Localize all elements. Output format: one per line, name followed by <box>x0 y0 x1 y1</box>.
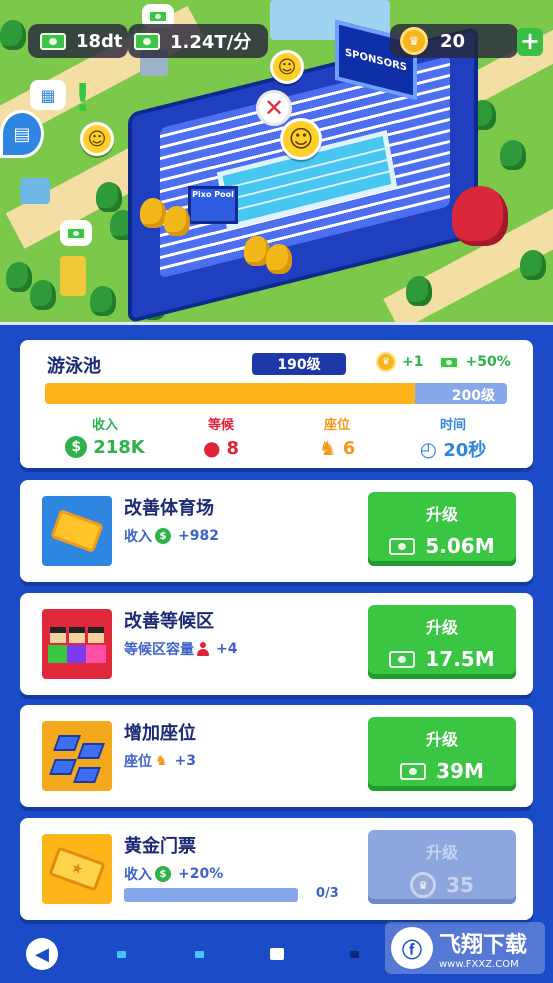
tree <box>96 182 122 212</box>
trophy-icon: ♛ <box>410 872 437 898</box>
upgrade-title: 增加座位 <box>124 723 196 744</box>
stat-queue-label: 等候 <box>207 418 234 433</box>
exclamation-icon[interactable]: ! <box>74 78 91 118</box>
income-rate-counter: 1.24T/分 <box>128 24 268 58</box>
trophy-value: 20 <box>440 30 466 52</box>
upgrade-stadium-button[interactable]: 升级 5.06M <box>368 492 516 566</box>
dollar-icon: $ <box>65 436 88 458</box>
stat-queue-value: 8 <box>226 437 239 459</box>
stat-income-value: 218K <box>93 436 145 458</box>
reward-trophy: +1 <box>402 354 424 370</box>
cash-counter: 18dt <box>28 24 128 58</box>
upgrade-queue-button[interactable]: 升级 17.5M <box>368 605 516 679</box>
page-indicator-dot[interactable] <box>195 951 204 958</box>
seat-icon: ♞ <box>155 753 168 769</box>
upgrade-card-gold-ticket: ★ 黄金门票 收入 $ +20% 0/3 升级 ♛ 35 <box>20 818 533 920</box>
upgrade-seats-button[interactable]: 升级 39M <box>368 717 516 791</box>
trophy-icon: ♛ <box>376 352 396 372</box>
stat-seats-label: 座位 <box>323 418 350 433</box>
cash-bubble-icon[interactable] <box>60 220 92 246</box>
ticket-icon <box>42 496 112 566</box>
tree <box>6 262 32 292</box>
seats-icon <box>42 721 112 791</box>
dollar-icon: $ <box>155 528 171 544</box>
clock-icon: ◴ <box>419 437 438 461</box>
add-trophies-button[interactable]: + <box>517 28 543 56</box>
stat-time-value: 20秒 <box>443 440 487 461</box>
upgrade-gold-ticket-button[interactable]: 升级 ♛ 35 <box>368 830 516 904</box>
cash-icon <box>389 537 416 555</box>
gold-ticket-icon: ★ <box>42 834 112 904</box>
facility-info-card: 游泳池 190级 ♛ +1 +50% 200级 收入 $ 218K 等候 ● 8… <box>20 340 533 468</box>
stat-income: 收入 $ 218K <box>50 414 160 458</box>
tree <box>30 280 56 310</box>
tree <box>140 198 166 228</box>
upgrade-title: 改善等候区 <box>124 611 214 632</box>
cash-icon <box>439 355 460 369</box>
site-logo-icon: ⓕ <box>391 927 433 969</box>
stat-seats-value: 6 <box>342 437 356 459</box>
stat-time-label: 时间 <box>439 418 466 433</box>
cash-icon <box>389 650 416 668</box>
page-indicator-dot[interactable] <box>117 951 126 958</box>
reward-income: +50% <box>465 354 511 370</box>
crowd-icon <box>42 609 112 679</box>
close-icon[interactable]: ✕ <box>256 90 292 126</box>
upgrade-card-stadium: 改善体育场 收入 $ +982 升级 5.06M <box>20 480 533 582</box>
upgrade-effect: 等候区容量 +4 <box>124 641 238 658</box>
calendar-icon[interactable]: ▤ <box>0 110 44 158</box>
tree <box>520 250 546 280</box>
watermark: ⓕ 飞翔下载 www.FXXZ.COM <box>385 922 545 974</box>
alert-bubble-icon[interactable]: ▦ <box>30 80 66 110</box>
stat-time: 时间 ◴ 20秒 <box>398 414 508 462</box>
facility-level: 190级 <box>252 353 346 375</box>
seat-icon: ♞ <box>318 436 337 460</box>
page-indicator-dot-active[interactable] <box>270 948 284 960</box>
gold-ticket-progress-bar <box>124 888 298 902</box>
dollar-icon: $ <box>155 866 171 882</box>
tree <box>406 276 432 306</box>
tree <box>452 186 508 246</box>
cash-icon <box>40 32 66 50</box>
upgrade-card-seats: 增加座位 座位 ♞ +3 升级 39M <box>20 705 533 807</box>
tree <box>266 244 292 274</box>
page-indicator-dot[interactable] <box>350 951 359 958</box>
facility-name: 游泳池 <box>47 356 101 377</box>
cash-icon <box>400 762 427 780</box>
next-level: 200级 <box>451 388 495 404</box>
stat-queue: 等候 ● 8 <box>166 414 276 460</box>
cash-value: 18dt <box>76 30 123 52</box>
tree <box>90 286 116 316</box>
level-progress-bar: 200级 <box>45 383 507 404</box>
pool-entrance: Pixo Pool <box>188 186 238 224</box>
trophy-icon: ♛ <box>400 27 428 55</box>
stat-seats: 座位 ♞ 6 <box>282 414 392 460</box>
house <box>20 178 50 204</box>
upgrade-title: 改善体育场 <box>124 498 214 519</box>
income-rate-icon <box>134 32 160 50</box>
upgrade-effect: 座位 ♞ +3 <box>124 753 197 770</box>
trophy-counter: ♛ 20 <box>390 24 518 58</box>
happy-face-icon[interactable]: ☺ <box>270 50 304 84</box>
happy-face-icon[interactable]: ☺ <box>80 122 114 156</box>
upgrade-effect: 收入 $ +20% <box>124 866 224 883</box>
tree <box>0 20 26 50</box>
person-icon <box>197 642 209 656</box>
income-rate-value: 1.24T/分 <box>170 32 252 53</box>
gold-ticket-progress-text: 0/3 <box>316 886 339 901</box>
watermark-url: www.FXXZ.COM <box>439 958 519 970</box>
tree <box>500 140 526 170</box>
upgrade-effect: 收入 $ +982 <box>124 528 219 545</box>
level-progress-fill <box>45 383 415 404</box>
back-button[interactable]: ◀ <box>26 938 58 970</box>
person-icon: ● <box>203 436 221 460</box>
upgrade-card-queue: 改善等候区 等候区容量 +4 升级 17.5M <box>20 593 533 695</box>
house <box>60 256 86 296</box>
upgrade-title: 黄金门票 <box>124 836 196 857</box>
stat-income-label: 收入 <box>91 418 118 433</box>
level-reward: ♛ +1 +50% <box>376 352 511 372</box>
watermark-brand: 飞翔下载 <box>439 932 528 958</box>
happy-face-icon[interactable]: ☺ <box>280 118 322 160</box>
tree <box>164 206 190 236</box>
